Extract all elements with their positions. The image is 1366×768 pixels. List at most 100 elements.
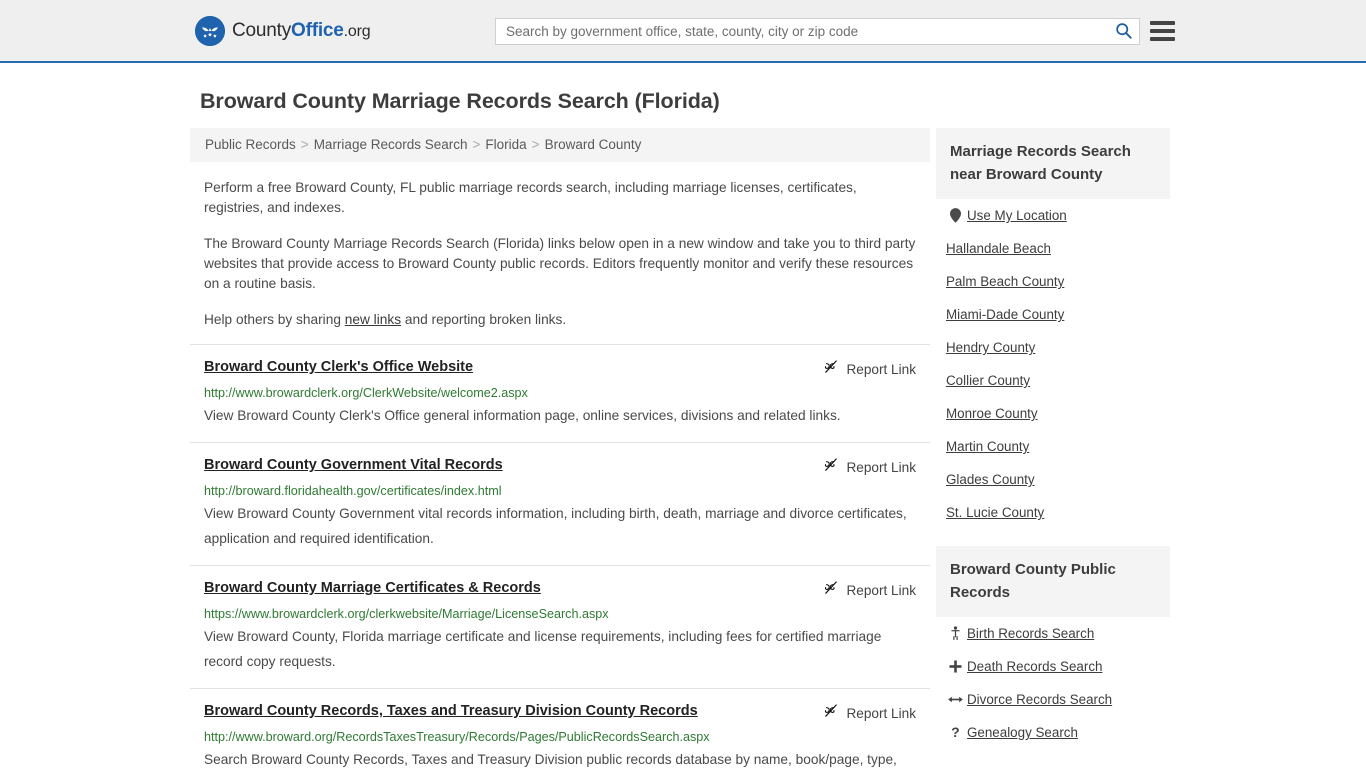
sidebar-item-collier-county[interactable]: Collier County: [936, 364, 1170, 397]
broken-link-icon: [823, 359, 839, 380]
report-link-label: Report Link: [846, 706, 916, 721]
sidebar-item-martin-county[interactable]: Martin County: [936, 430, 1170, 463]
sidebar-public-records-list: Birth Records Search Death Records Searc…: [936, 617, 1170, 749]
report-link-label: Report Link: [846, 583, 916, 598]
report-link-button[interactable]: Report Link: [823, 703, 916, 724]
breadcrumb-separator: >: [300, 137, 309, 152]
sidebar-public-records-block: Broward County Public Records Birth Reco…: [936, 546, 1170, 749]
report-link-label: Report Link: [846, 460, 916, 475]
logo-text-office: Office: [291, 19, 344, 41]
intro-p3-after: and reporting broken links.: [401, 312, 567, 327]
search-button[interactable]: [1107, 19, 1139, 44]
sidebar-item-death-records-search[interactable]: Death Records Search: [936, 650, 1170, 683]
sidebar-link[interactable]: Hendry County: [946, 340, 1035, 355]
sidebar-link[interactable]: St. Lucie County: [946, 505, 1044, 520]
new-links-link[interactable]: new links: [345, 312, 401, 327]
report-link-button[interactable]: Report Link: [823, 457, 916, 478]
baby-icon: [946, 626, 964, 641]
sidebar-public-records-heading: Broward County Public Records: [936, 546, 1170, 617]
search-input[interactable]: [496, 19, 1107, 44]
breadcrumb-item-2[interactable]: Florida: [485, 137, 526, 152]
result-title-link[interactable]: Broward County Clerk's Office Website: [204, 358, 473, 376]
sidebar-item-st-lucie-county[interactable]: St. Lucie County: [936, 496, 1170, 529]
sidebar-item-use-my-location[interactable]: Use My Location: [936, 199, 1170, 232]
result-description: View Broward County Clerk's Office gener…: [204, 408, 841, 423]
result-header: Broward County Government Vital Records …: [204, 456, 918, 478]
result-item: Broward County Records, Taxes and Treasu…: [190, 688, 930, 768]
result-description: View Broward County, Florida marriage ce…: [204, 629, 882, 669]
sidebar-item-hallandale-beach[interactable]: Hallandale Beach: [936, 232, 1170, 265]
search-bar[interactable]: [495, 18, 1140, 45]
result-title-link[interactable]: Broward County Marriage Certificates & R…: [204, 579, 541, 597]
intro-paragraph-1: Perform a free Broward County, FL public…: [204, 180, 857, 215]
hamburger-bar-2: [1150, 29, 1175, 33]
sidebar-item-glades-county[interactable]: Glades County: [936, 463, 1170, 496]
site-logo[interactable]: CountyOffice.org: [195, 15, 371, 46]
intro-text: Perform a free Broward County, FL public…: [190, 178, 930, 330]
sidebar-item-palm-beach-county[interactable]: Palm Beach County: [936, 265, 1170, 298]
sidebar-link[interactable]: Palm Beach County: [946, 274, 1064, 289]
cross-icon: [946, 660, 964, 673]
broken-link-icon: [823, 580, 839, 601]
broken-link-icon: [823, 457, 839, 478]
result-url: http://broward.floridahealth.gov/certifi…: [204, 484, 502, 498]
content-row: Public Records > Marriage Records Search > F…: [0, 128, 1366, 768]
logo-text-org: .org: [343, 22, 371, 40]
report-link-button[interactable]: Report Link: [823, 359, 916, 380]
breadcrumb: Public Records > Marriage Records Search > F…: [190, 128, 930, 162]
result-header: Broward County Clerk's Office Website Re…: [204, 358, 918, 380]
sidebar-nearby-heading: Marriage Records Search near Broward Cou…: [936, 128, 1170, 199]
map-pin-icon: [946, 208, 964, 223]
sidebar-link[interactable]: Genealogy Search: [967, 725, 1078, 740]
sidebar-link[interactable]: Use My Location: [967, 208, 1067, 223]
result-description: Search Broward County Records, Taxes and…: [204, 752, 897, 767]
sidebar-nearby-list: Use My Location Hallandale Beach Palm Be…: [936, 199, 1170, 529]
sidebar-item-birth-records-search[interactable]: Birth Records Search: [936, 617, 1170, 650]
intro-paragraph-3: Help others by sharing new links and rep…: [204, 310, 918, 330]
sidebar: Marriage Records Search near Broward Cou…: [936, 128, 1170, 768]
sidebar-link[interactable]: Death Records Search: [967, 659, 1102, 674]
sidebar-item-genealogy-search[interactable]: ? Genealogy Search: [936, 716, 1170, 749]
site-header: CountyOffice.org: [0, 0, 1366, 63]
result-item: Broward County Clerk's Office Website Re…: [190, 344, 930, 442]
hamburger-menu-icon[interactable]: [1150, 21, 1175, 41]
result-header: Broward County Marriage Certificates & R…: [204, 579, 918, 601]
sidebar-item-miami-dade-county[interactable]: Miami-Dade County: [936, 298, 1170, 331]
result-item: Broward County Government Vital Records …: [190, 442, 930, 565]
result-title-link[interactable]: Broward County Records, Taxes and Treasu…: [204, 702, 698, 720]
page-title: Broward County Marriage Records Search (…: [200, 89, 720, 113]
sidebar-link[interactable]: Miami-Dade County: [946, 307, 1064, 322]
sidebar-link[interactable]: Birth Records Search: [967, 626, 1094, 641]
main-column: Public Records > Marriage Records Search > F…: [190, 128, 930, 768]
sidebar-link[interactable]: Monroe County: [946, 406, 1038, 421]
sidebar-link[interactable]: Divorce Records Search: [967, 692, 1112, 707]
search-icon: [1115, 22, 1132, 42]
result-url: http://www.browardclerk.org/ClerkWebsite…: [204, 386, 528, 400]
results-list: Broward County Clerk's Office Website Re…: [190, 344, 930, 768]
sidebar-item-monroe-county[interactable]: Monroe County: [936, 397, 1170, 430]
result-title-link[interactable]: Broward County Government Vital Records: [204, 456, 503, 474]
sidebar-item-hendry-county[interactable]: Hendry County: [936, 331, 1170, 364]
report-link-button[interactable]: Report Link: [823, 580, 916, 601]
result-url: http://www.broward.org/RecordsTaxesTreas…: [204, 730, 710, 744]
sidebar-item-divorce-records-search[interactable]: Divorce Records Search: [936, 683, 1170, 716]
breadcrumb-item-3[interactable]: Broward County: [545, 137, 642, 152]
result-description: View Broward County Government vital rec…: [204, 506, 907, 546]
broken-link-icon: [823, 703, 839, 724]
county-office-eagle-icon: [195, 15, 225, 46]
page-container: Broward County Marriage Records Search (…: [0, 63, 1366, 768]
sidebar-link[interactable]: Collier County: [946, 373, 1030, 388]
sidebar-link[interactable]: Hallandale Beach: [946, 241, 1051, 256]
hamburger-bar-1: [1150, 21, 1175, 25]
report-link-label: Report Link: [846, 362, 916, 377]
intro-paragraph-2: The Broward County Marriage Records Sear…: [204, 236, 916, 291]
breadcrumb-separator: >: [472, 137, 481, 152]
breadcrumb-item-0[interactable]: Public Records: [205, 137, 296, 152]
sidebar-link[interactable]: Martin County: [946, 439, 1029, 454]
question-mark-icon: ?: [946, 725, 964, 740]
result-url: https://www.browardclerk.org/clerkwebsit…: [204, 607, 609, 621]
breadcrumb-item-1[interactable]: Marriage Records Search: [314, 137, 468, 152]
intro-p3-before: Help others by sharing: [204, 312, 345, 327]
left-right-arrow-icon: [946, 694, 964, 705]
sidebar-link[interactable]: Glades County: [946, 472, 1035, 487]
